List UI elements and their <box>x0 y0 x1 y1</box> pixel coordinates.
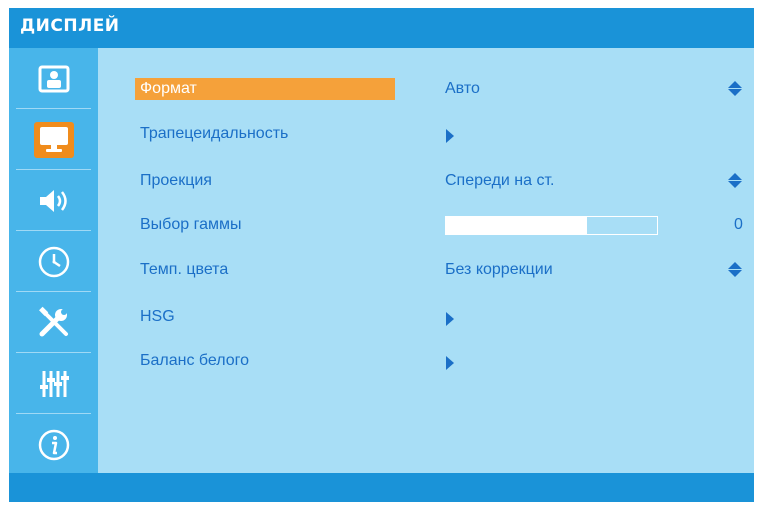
white-balance-label: Баланс белого <box>140 352 250 369</box>
color-temp-label: Темп. цвета <box>140 261 229 278</box>
menu-row-gamma[interactable]: Выбор гаммы 0 <box>98 212 754 238</box>
clock-icon <box>38 246 69 277</box>
up-down-arrows-icon[interactable] <box>728 81 742 97</box>
submenu-arrow-icon[interactable] <box>446 129 454 143</box>
osd-body: Формат Авто Трапецеидальность Проекция С… <box>9 48 754 473</box>
sidebar-item-audio[interactable] <box>9 170 98 231</box>
sidebar-item-settings[interactable] <box>9 292 98 353</box>
submenu-arrow-icon[interactable] <box>446 356 454 370</box>
hsg-label: HSG <box>140 308 175 325</box>
gamma-value: 0 <box>734 216 743 233</box>
menu-row-hsg[interactable]: HSG <box>98 304 754 330</box>
osd-window: ДИСПЛЕЙ Формат Авто Трапецеидальность Пр… <box>9 8 754 502</box>
menu-row-keystone[interactable]: Трапецеидальность <box>98 121 754 147</box>
tools-icon <box>38 306 68 336</box>
menu-content: Формат Авто Трапецеидальность Проекция С… <box>98 48 754 473</box>
menu-row-format[interactable]: Формат Авто <box>98 76 754 102</box>
picture-icon <box>38 65 69 92</box>
info-icon <box>38 429 69 460</box>
display-icon <box>33 121 74 158</box>
format-value: Авто <box>445 80 480 97</box>
osd-footer <box>9 473 754 502</box>
sidebar-item-picture[interactable] <box>9 48 98 109</box>
up-down-arrows-icon[interactable] <box>728 262 742 278</box>
menu-title: ДИСПЛЕЙ <box>20 16 120 36</box>
sidebar-item-display[interactable] <box>9 109 98 170</box>
speaker-icon <box>39 189 67 212</box>
keystone-label: Трапецеидальность <box>140 125 289 142</box>
submenu-arrow-icon[interactable] <box>446 312 454 326</box>
menu-row-projection[interactable]: Проекция Спереди на ст. <box>98 168 754 194</box>
gamma-label: Выбор гаммы <box>140 216 242 233</box>
gamma-slider[interactable] <box>445 216 658 235</box>
equalizer-icon <box>39 370 69 397</box>
menu-row-color-temp[interactable]: Темп. цвета Без коррекции <box>98 257 754 283</box>
sidebar-item-timer[interactable] <box>9 231 98 292</box>
sidebar-item-advanced[interactable] <box>9 353 98 414</box>
sidebar <box>9 48 98 473</box>
format-label: Формат <box>135 78 395 100</box>
sidebar-item-info[interactable] <box>9 414 98 475</box>
osd-header: ДИСПЛЕЙ <box>9 8 754 48</box>
projection-label: Проекция <box>140 172 212 189</box>
color-temp-value: Без коррекции <box>445 261 553 278</box>
gamma-slider-fill <box>446 217 588 234</box>
projection-value: Спереди на ст. <box>445 172 555 189</box>
menu-row-white-balance[interactable]: Баланс белого <box>98 348 754 374</box>
up-down-arrows-icon[interactable] <box>728 173 742 189</box>
